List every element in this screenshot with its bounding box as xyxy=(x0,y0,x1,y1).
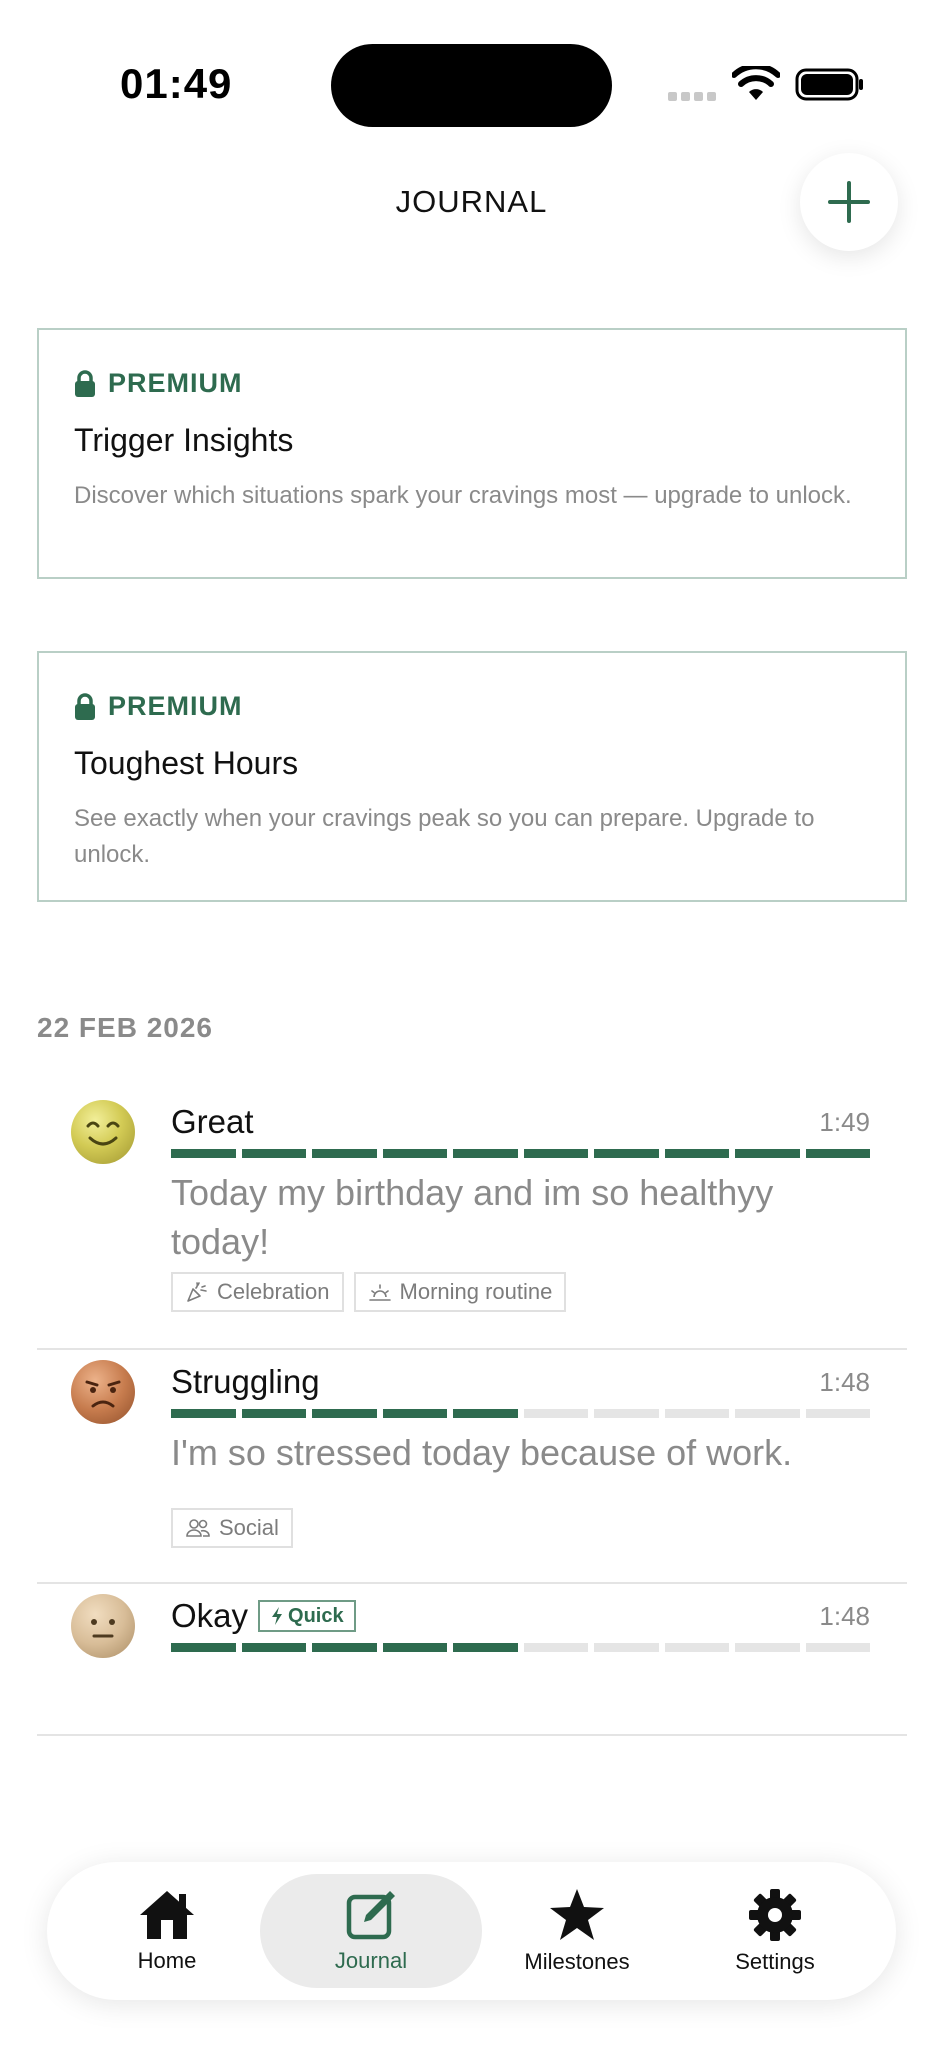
premium-card-title: Toughest Hours xyxy=(74,745,299,781)
mood-bar-segment xyxy=(171,1149,236,1158)
mood-bar-segment xyxy=(453,1149,518,1158)
mood-level-bar xyxy=(171,1409,870,1418)
mood-bar-segment xyxy=(382,1149,447,1158)
mood-bar-segment xyxy=(453,1409,518,1418)
party-popper-icon xyxy=(187,1282,207,1302)
quick-badge: Quick xyxy=(258,1600,356,1632)
tab-label: Home xyxy=(137,1948,197,1973)
premium-card-title: Trigger Insights xyxy=(74,422,294,458)
premium-badge-label: PREMIUM xyxy=(108,691,243,721)
bottom-tab-bar: Home Journal Milestones Settings xyxy=(47,1862,896,2000)
gear-icon xyxy=(749,1889,801,1941)
mood-bar-segment xyxy=(382,1643,447,1652)
sunrise-icon xyxy=(368,1284,391,1301)
tag-celebration: Celebration xyxy=(171,1272,344,1312)
plus-icon xyxy=(828,181,870,223)
mood-bar-segment xyxy=(735,1643,800,1652)
mood-bar-segment xyxy=(241,1149,306,1158)
mood-bar-segment xyxy=(805,1149,870,1158)
happy-face-icon xyxy=(71,1100,135,1164)
entry-text: I'm so stressed today because of work. xyxy=(171,1432,793,1473)
battery-icon xyxy=(795,68,863,101)
premium-card-trigger-insights[interactable]: PREMIUM Trigger Insights Discover which … xyxy=(37,328,907,579)
tab-label: Settings xyxy=(735,1949,815,1974)
mood-bar-segment xyxy=(664,1643,729,1652)
dynamic-island xyxy=(331,44,612,127)
mood-bar-segment xyxy=(594,1643,659,1652)
wifi-icon xyxy=(732,66,780,100)
mood-bar-segment xyxy=(523,1643,588,1652)
mood-bar-segment xyxy=(523,1149,588,1158)
star-icon xyxy=(550,1889,604,1940)
home-icon xyxy=(140,1891,194,1939)
add-entry-button[interactable] xyxy=(800,153,898,251)
entry-time: 1:48 xyxy=(819,1600,870,1631)
entry-text: Today my birthday and im so healthyy tod… xyxy=(171,1172,774,1262)
mood-bar-segment xyxy=(664,1149,729,1158)
people-icon xyxy=(186,1519,210,1537)
tab-label: Milestones xyxy=(524,1949,630,1974)
lock-icon xyxy=(75,369,95,397)
mood-level-bar xyxy=(171,1149,870,1158)
premium-badge: PREMIUM xyxy=(74,691,243,722)
premium-badge: PREMIUM xyxy=(74,368,243,399)
entry-time: 1:48 xyxy=(819,1366,870,1397)
status-bar: 01:49 xyxy=(0,0,943,130)
status-time: 01:49 xyxy=(120,60,233,107)
mood-bar-segment xyxy=(523,1409,588,1418)
mood-bar-segment xyxy=(594,1149,659,1158)
tab-home[interactable]: Home xyxy=(82,1874,252,1988)
mood-bar-segment xyxy=(805,1643,870,1652)
mood-bar-segment xyxy=(312,1149,377,1158)
entry-time: 1:49 xyxy=(819,1106,870,1137)
mood-bar-segment xyxy=(453,1643,518,1652)
mood-bar-segment xyxy=(241,1643,306,1652)
premium-card-description: See exactly when your cravings peak so y… xyxy=(74,805,815,868)
journal-edit-icon xyxy=(346,1891,395,1940)
lock-icon xyxy=(75,692,95,720)
premium-badge-label: PREMIUM xyxy=(108,368,243,398)
tab-journal[interactable]: Journal xyxy=(260,1874,482,1988)
mood-bar-segment xyxy=(312,1643,377,1652)
mood-bar-segment xyxy=(664,1409,729,1418)
premium-card-description: Discover which situations spark your cra… xyxy=(74,482,852,509)
mood-level-bar xyxy=(171,1643,870,1652)
tag-social: Social xyxy=(171,1508,293,1548)
mood-bar-segment xyxy=(171,1643,236,1652)
journal-entry[interactable]: Struggling 1:48 I'm so stressed today be… xyxy=(37,1350,907,1584)
mood-label: Okay xyxy=(171,1597,249,1634)
sad-face-icon xyxy=(71,1360,135,1424)
cellular-signal-icon xyxy=(668,92,716,101)
mood-bar-segment xyxy=(312,1409,377,1418)
tab-milestones[interactable]: Milestones xyxy=(482,1874,672,1988)
mood-bar-segment xyxy=(594,1409,659,1418)
mood-bar-segment xyxy=(735,1409,800,1418)
journal-entry[interactable]: Great 1:49 Today my birthday and im so h… xyxy=(37,1090,907,1350)
mood-bar-segment xyxy=(805,1409,870,1418)
date-group-header: 22 FEB 2026 xyxy=(37,1012,213,1043)
mood-bar-segment xyxy=(735,1149,800,1158)
neutral-face-icon xyxy=(71,1594,135,1658)
mood-bar-segment xyxy=(171,1409,236,1418)
tab-label: Journal xyxy=(334,1948,408,1973)
tag-morning-routine: Morning routine xyxy=(353,1272,567,1312)
lightning-icon xyxy=(272,1607,283,1625)
mood-bar-segment xyxy=(241,1409,306,1418)
premium-card-toughest-hours[interactable]: PREMIUM Toughest Hours See exactly when … xyxy=(37,651,907,902)
mood-label: Great xyxy=(171,1103,254,1140)
journal-entry[interactable]: Okay Quick 1:48 xyxy=(37,1584,907,1736)
tab-settings[interactable]: Settings xyxy=(687,1874,863,1988)
mood-bar-segment xyxy=(382,1409,447,1418)
mood-label: Struggling xyxy=(171,1363,320,1400)
